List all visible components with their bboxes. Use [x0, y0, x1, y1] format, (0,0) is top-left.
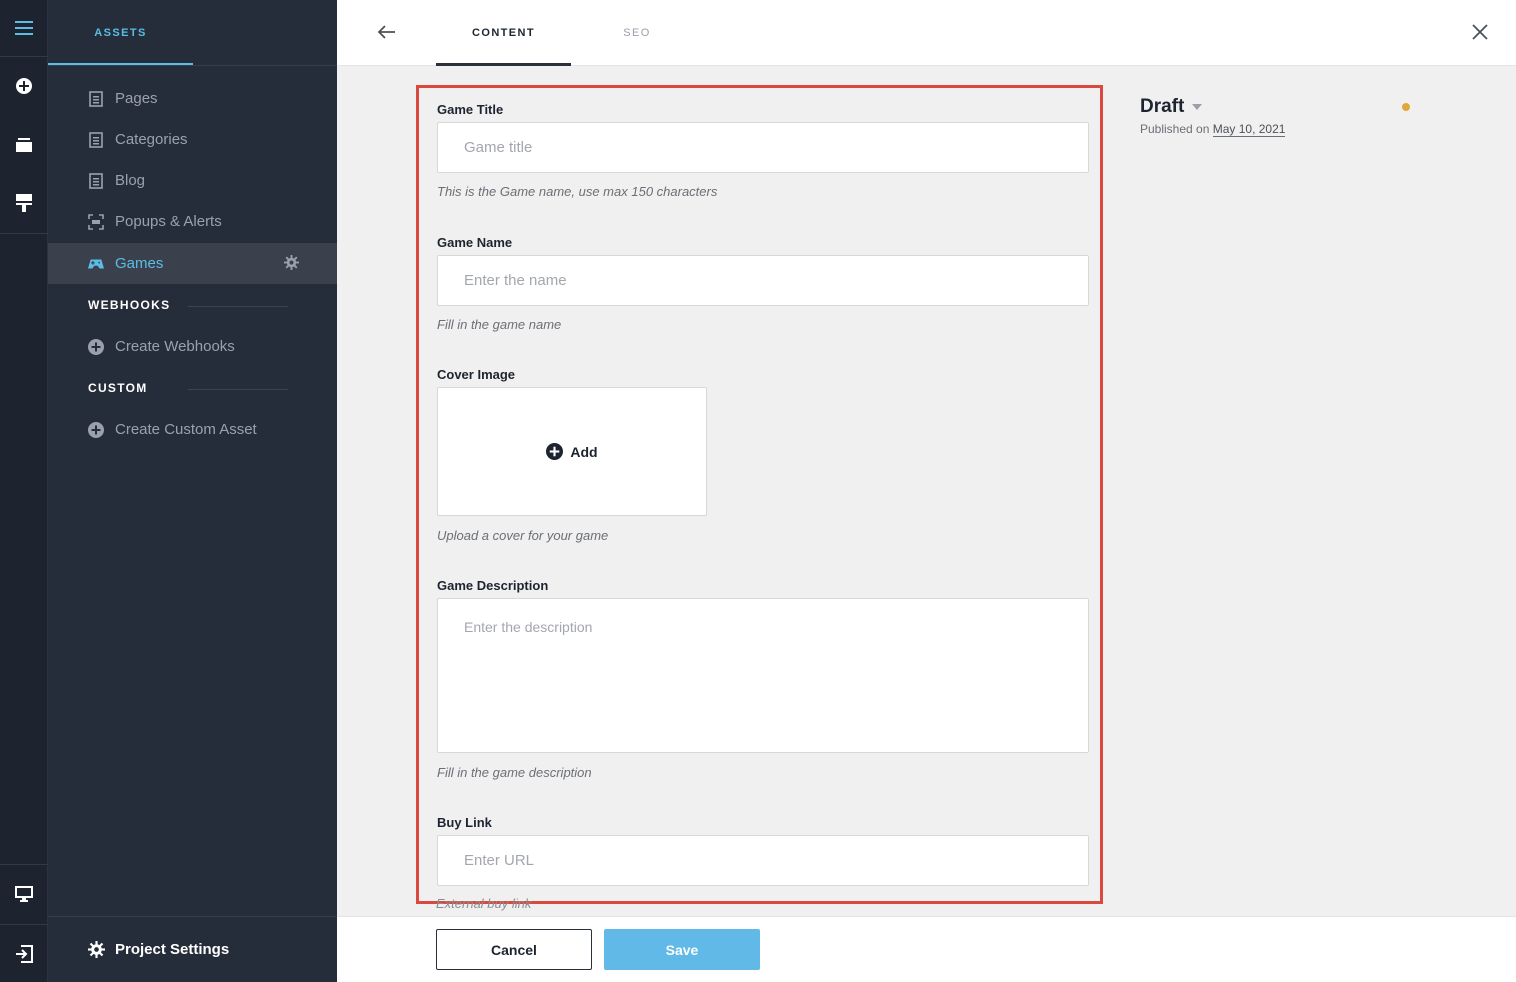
section-title-custom: CUSTOM [88, 381, 148, 395]
game-name-label: Game Name [437, 235, 513, 250]
game-form: Game Title Game title This is the Game n… [416, 85, 1103, 904]
gamepad-icon [88, 256, 104, 272]
back-arrow-icon[interactable] [375, 20, 399, 44]
chevron-down-icon [1192, 104, 1203, 110]
game-title-label: Game Title [437, 102, 504, 117]
status-dot [1402, 103, 1410, 111]
create-webhooks-link[interactable]: Create Webhooks [48, 326, 337, 367]
project-settings-button[interactable]: Project Settings [48, 916, 337, 982]
sidebar-item-popups-alerts[interactable]: Popups & Alerts [48, 201, 337, 242]
icon-rail [0, 0, 48, 982]
sidebar-item-label: Categories [115, 131, 188, 148]
game-title-input[interactable]: Game title [437, 122, 1089, 173]
create-webhooks-label: Create Webhooks [115, 338, 235, 355]
sidebar-item-label: Pages [115, 90, 158, 107]
sidebar-item-label: Games [115, 255, 164, 272]
menu-icon[interactable] [0, 0, 48, 56]
sidebar-item-blog[interactable]: Blog [48, 160, 337, 201]
add-circle-icon [88, 338, 104, 355]
brush-icon[interactable] [0, 175, 48, 231]
add-cover-button[interactable]: Add [546, 443, 598, 460]
status-dropdown[interactable]: Draft [1140, 96, 1285, 118]
sidebar-item-pages[interactable]: Pages [48, 78, 337, 119]
exit-icon[interactable] [0, 926, 48, 982]
tab-seo[interactable]: SEO [602, 0, 672, 66]
project-settings-label: Project Settings [115, 941, 230, 958]
buy-link-hint: External buy link [436, 896, 532, 911]
sidebar-item-label: Blog [115, 172, 146, 189]
tab-content[interactable]: CONTENT [436, 0, 571, 66]
sidebar-item-label: Popups & Alerts [115, 213, 222, 230]
editor-topbar: CONTENT SEO [337, 0, 1516, 66]
published-info: Published on May 10, 2021 [1140, 122, 1286, 137]
cover-image-hint: Upload a cover for your game [437, 528, 609, 543]
add-circle-icon [546, 443, 564, 460]
game-description-textarea[interactable]: Enter the description [437, 598, 1089, 753]
save-button[interactable]: Save [604, 929, 760, 970]
buy-link-label: Buy Link [437, 815, 492, 830]
popup-icon [88, 213, 104, 230]
game-name-input[interactable]: Enter the name [437, 255, 1089, 306]
status-title: Draft [1140, 96, 1185, 117]
cover-image-label: Cover Image [437, 367, 516, 382]
section-title-webhooks: WEBHOOKS [88, 298, 171, 312]
publish-status: Draft Published on May 10, 2021 [1140, 96, 1286, 137]
cover-image-dropzone[interactable]: Add [437, 387, 707, 516]
cancel-button[interactable]: Cancel [436, 929, 592, 970]
buy-link-input[interactable]: Enter URL [437, 835, 1089, 886]
close-icon[interactable] [1468, 20, 1492, 44]
sidebar-item-categories[interactable]: Categories [48, 119, 337, 160]
assets-sidebar: ASSETS Pages Categories Blog Popups & Al… [48, 0, 337, 982]
tab-content-underline [436, 63, 571, 66]
published-date[interactable]: May 10, 2021 [1212, 122, 1286, 137]
game-title-hint: This is the Game name, use max 150 chara… [437, 184, 718, 199]
game-description-hint: Fill in the game description [437, 765, 592, 780]
monitor-icon[interactable] [0, 866, 48, 922]
create-custom-asset-label: Create Custom Asset [115, 421, 257, 438]
games-settings-gear-icon[interactable] [284, 255, 299, 274]
published-prefix: Published on [1140, 122, 1210, 136]
page-icon [88, 131, 104, 148]
form-footer: Cancel Save [337, 916, 1516, 982]
add-cover-label: Add [570, 443, 598, 460]
sidebar-item-games[interactable]: Games [48, 243, 337, 284]
game-name-hint: Fill in the game name [437, 317, 562, 332]
gear-icon [88, 941, 105, 958]
tab-assets[interactable]: ASSETS [48, 0, 193, 66]
add-circle-icon[interactable] [0, 58, 48, 114]
page-icon [88, 90, 104, 107]
game-description-label: Game Description [437, 578, 549, 593]
create-custom-asset-link[interactable]: Create Custom Asset [48, 409, 337, 450]
add-circle-icon [88, 421, 104, 438]
page-icon [88, 172, 104, 189]
layers-icon[interactable] [0, 117, 48, 173]
